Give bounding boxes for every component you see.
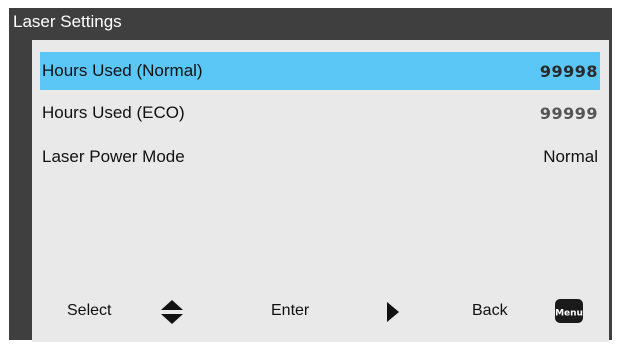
row-laser-power-mode[interactable]: Laser Power Mode Normal xyxy=(40,138,600,176)
row-value: 99999 xyxy=(539,103,598,123)
laser-settings-window: Laser Settings Hours Used (Normal) 99998… xyxy=(9,8,612,342)
row-hours-used-normal[interactable]: Hours Used (Normal) 99998 xyxy=(40,52,600,90)
row-hours-used-eco[interactable]: Hours Used (ECO) 99999 xyxy=(40,94,600,132)
enter-hint: Enter xyxy=(271,302,310,319)
row-label: Hours Used (ECO) xyxy=(42,103,185,122)
settings-panel: Hours Used (Normal) 99998 Hours Used (EC… xyxy=(32,40,609,342)
menu-key-text: Menu xyxy=(555,309,583,319)
up-down-arrows-icon xyxy=(161,300,183,324)
menu-key-icon: Menu xyxy=(555,299,583,323)
right-triangle-icon xyxy=(387,302,399,322)
row-label: Laser Power Mode xyxy=(42,147,185,166)
row-value: Normal xyxy=(543,147,598,166)
key-help-bar: Select Enter Back Menu xyxy=(32,292,609,332)
row-value: 99998 xyxy=(539,61,598,81)
window-title: Laser Settings xyxy=(13,12,122,31)
row-label: Hours Used (Normal) xyxy=(42,61,203,80)
select-hint: Select xyxy=(67,302,112,319)
back-hint: Back xyxy=(472,302,508,319)
